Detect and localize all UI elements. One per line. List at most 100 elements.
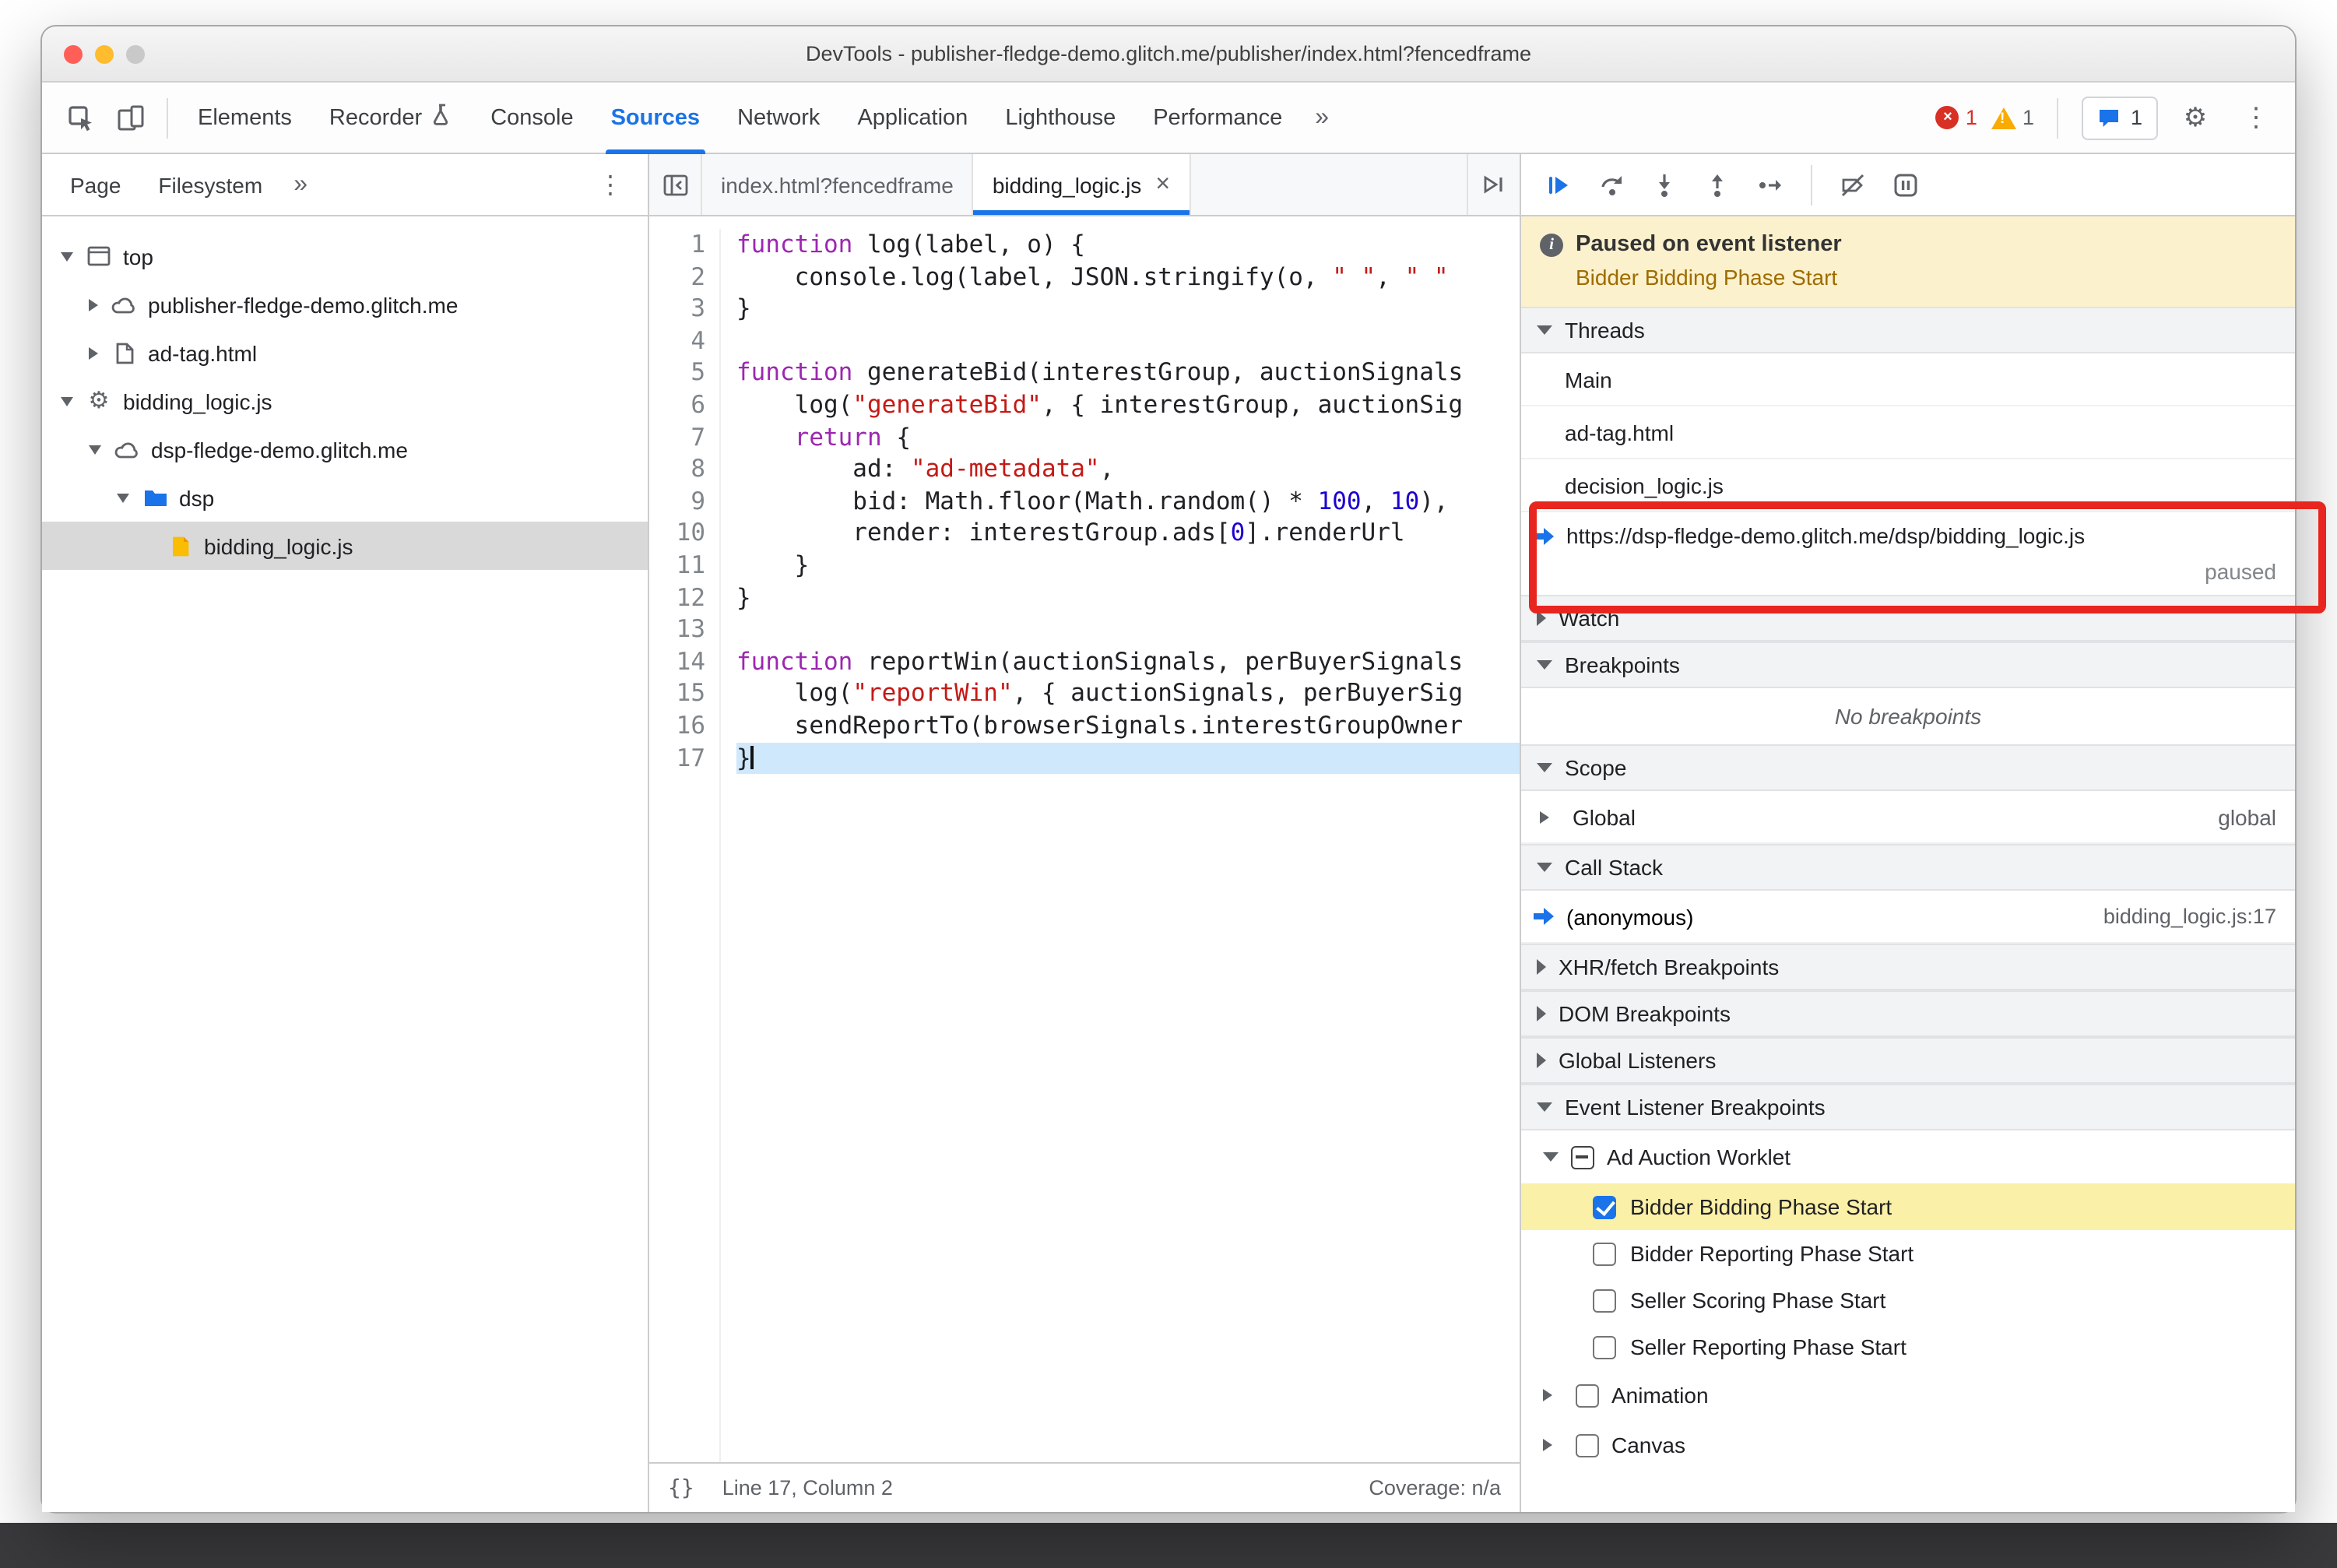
section-global-listeners[interactable]: Global Listeners [1521,1037,2295,1084]
line-number[interactable]: 6 [649,389,705,421]
call-stack-frame[interactable]: (anonymous) bidding_logic.js:17 [1521,891,2295,944]
chevron-down-icon[interactable] [117,493,129,502]
section-scope[interactable]: Scope [1521,744,2295,791]
tab-lighthouse[interactable]: Lighthouse [988,82,1133,153]
editor-tab-bidding-logic[interactable]: bidding_logic.js × [973,154,1190,215]
kebab-menu-icon[interactable]: ⋮ [2233,94,2279,141]
device-toolbar-icon[interactable] [107,94,154,141]
tab-network[interactable]: Network [720,82,837,153]
tree-item-bidding-logic-file[interactable]: bidding_logic.js [42,522,648,570]
close-window-button[interactable] [64,44,83,63]
elb-group-canvas[interactable]: Canvas [1521,1420,2295,1470]
elb-group-animation[interactable]: Animation [1521,1370,2295,1420]
code-line[interactable] [736,613,1520,645]
zoom-window-button[interactable] [126,44,145,63]
elb-bidder-reporting-phase-start[interactable]: Bidder Reporting Phase Start [1521,1230,2295,1277]
step-into-icon[interactable] [1643,163,1686,206]
line-number[interactable]: 16 [649,710,705,742]
code-line[interactable]: } [736,742,1520,775]
code-line[interactable]: ad: "ad-metadata", [736,453,1520,485]
tab-page[interactable]: Page [51,154,139,215]
tab-performance[interactable]: Performance [1136,82,1299,153]
code-editor[interactable]: 1 2 3 4 5 6 7 8 9 10 11 12 13 14 15 16 17 function log(l… [649,216,1520,1462]
line-number[interactable]: 15 [649,678,705,710]
navigator-kebab-icon[interactable]: ⋮ [582,169,638,200]
tab-sources[interactable]: Sources [594,82,717,153]
format-code-icon[interactable]: {} [668,1475,694,1500]
chevron-down-icon[interactable] [89,445,101,454]
inspect-element-icon[interactable] [58,94,104,141]
more-tabs-chevron-icon[interactable]: » [1302,104,1341,132]
line-number[interactable]: 7 [649,421,705,453]
tab-elements[interactable]: Elements [181,82,309,153]
step-icon[interactable] [1748,163,1792,206]
code-line[interactable]: console.log(label, JSON.stringify(o, " "… [736,261,1520,293]
line-number[interactable]: 8 [649,453,705,485]
thread-main[interactable]: Main [1521,353,2295,406]
code-line[interactable]: function log(label, o) { [736,229,1520,261]
code-line[interactable]: log("generateBid", { interestGroup, auct… [736,389,1520,421]
elb-seller-reporting-phase-start[interactable]: Seller Reporting Phase Start [1521,1324,2295,1370]
section-breakpoints[interactable]: Breakpoints [1521,642,2295,688]
tab-filesystem[interactable]: Filesystem [139,154,281,215]
chevron-right-icon[interactable] [1543,1389,1552,1401]
elb-seller-scoring-phase-start[interactable]: Seller Scoring Phase Start [1521,1277,2295,1324]
more-navigator-tabs-icon[interactable]: » [281,171,320,199]
line-number[interactable]: 11 [649,550,705,582]
code-line[interactable]: function reportWin(auctionSignals, perBu… [736,645,1520,677]
thread-decision-logic[interactable]: decision_logic.js [1521,459,2295,512]
unchecked-checkbox[interactable] [1593,1289,1616,1312]
section-dom-breakpoints[interactable]: DOM Breakpoints [1521,990,2295,1037]
line-number[interactable]: 17 [649,742,705,774]
tree-item-publisher-origin[interactable]: publisher-fledge-demo.glitch.me [42,280,648,329]
editor-tab-index-html[interactable]: index.html?fencedframe [702,154,974,215]
tab-recorder[interactable]: Recorder [312,82,470,153]
line-number[interactable]: 14 [649,645,705,677]
tab-application[interactable]: Application [840,82,985,153]
chevron-right-icon[interactable] [89,298,98,311]
minimize-window-button[interactable] [95,44,114,63]
line-number[interactable]: 1 [649,229,705,261]
tree-item-top[interactable]: top [42,232,648,280]
indeterminate-checkbox[interactable] [1571,1145,1594,1169]
line-number[interactable]: 3 [649,293,705,325]
close-tab-icon[interactable]: × [1155,171,1170,199]
scope-global-row[interactable]: Global global [1521,791,2295,844]
chevron-down-icon[interactable] [1543,1152,1559,1162]
code-line[interactable]: sendReportTo(browserSignals.interestGrou… [736,710,1520,742]
tree-item-bidding-logic-worklet[interactable]: ⚙ bidding_logic.js [42,377,648,425]
unchecked-checkbox[interactable] [1576,1433,1599,1457]
editor-overflow-icon[interactable] [1467,154,1520,215]
section-threads[interactable]: Threads [1521,307,2295,353]
code-line[interactable]: return { [736,421,1520,453]
line-number[interactable]: 9 [649,486,705,518]
code-line[interactable]: log("reportWin", { auctionSignals, perBu… [736,678,1520,710]
code-line[interactable]: render: interestGroup.ads[0].renderUrl [736,518,1520,550]
section-watch[interactable]: Watch [1521,595,2295,642]
code-line[interactable]: } [736,550,1520,582]
pause-on-exceptions-icon[interactable] [1884,163,1928,206]
line-number[interactable]: 2 [649,261,705,293]
chevron-right-icon[interactable] [1543,1439,1552,1451]
tree-item-ad-tag[interactable]: ad-tag.html [42,329,648,377]
resume-script-icon[interactable] [1537,163,1580,206]
section-event-listener-breakpoints[interactable]: Event Listener Breakpoints [1521,1084,2295,1130]
thread-ad-tag[interactable]: ad-tag.html [1521,406,2295,459]
issues-button[interactable]: 1 [2082,96,2158,139]
tree-item-dsp-folder[interactable]: dsp [42,473,648,522]
warning-badge[interactable]: ! 1 [1991,106,2034,129]
thread-bidding-logic-paused[interactable]: https://dsp-fledge-demo.glitch.me/dsp/bi… [1521,512,2295,595]
chevron-right-icon[interactable] [1540,810,1549,823]
toggle-navigator-icon[interactable] [649,154,702,215]
line-number[interactable]: 10 [649,518,705,550]
code-line[interactable] [736,325,1520,357]
chevron-down-icon[interactable] [61,251,73,261]
code-line[interactable]: } [736,582,1520,613]
line-number[interactable]: 5 [649,357,705,389]
line-number[interactable]: 4 [649,325,705,357]
unchecked-checkbox[interactable] [1593,1335,1616,1359]
code-line[interactable]: bid: Math.floor(Math.random() * 100, 10)… [736,486,1520,518]
code-line[interactable]: } [736,293,1520,325]
line-number[interactable]: 13 [649,613,705,645]
chevron-down-icon[interactable] [61,396,73,406]
